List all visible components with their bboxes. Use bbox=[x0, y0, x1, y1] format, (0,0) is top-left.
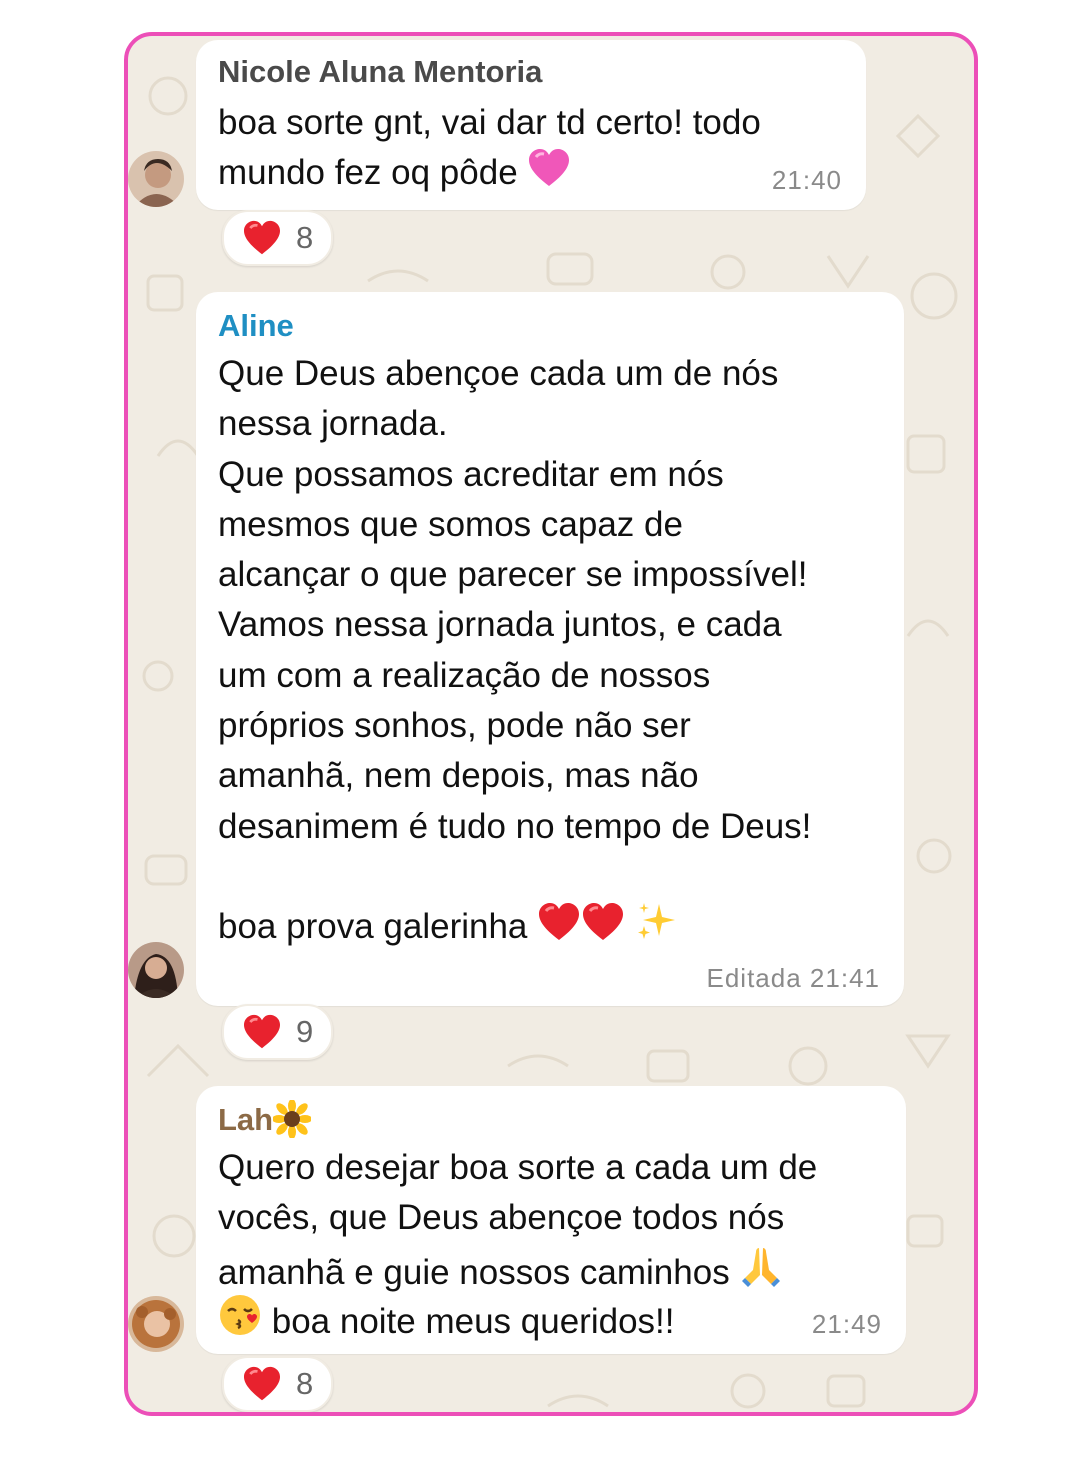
red-heart-icon bbox=[581, 902, 625, 956]
message-time: 21:49 bbox=[811, 1309, 882, 1339]
reaction-count: 8 bbox=[296, 1366, 314, 1401]
message-text-body: Quero desejar boa sorte a cada um de voc… bbox=[218, 1148, 818, 1292]
message-text-body: boa sorte gnt, vai dar td certo! todo mu… bbox=[218, 103, 761, 193]
sender-name: Nicole Aluna Mentoria bbox=[218, 54, 543, 89]
message-closing-text: boa prova galerinha bbox=[218, 907, 528, 946]
sender-name: Aline bbox=[218, 308, 294, 343]
message-time: 21:41 bbox=[809, 963, 880, 993]
sender-name: Lah bbox=[218, 1099, 313, 1146]
red-heart-icon bbox=[242, 220, 282, 256]
kiss-face-icon bbox=[218, 1293, 262, 1351]
edited-label: Editada bbox=[706, 963, 802, 993]
avatar[interactable] bbox=[128, 151, 184, 207]
red-heart-icon bbox=[537, 902, 581, 956]
message-last-line-text: boa noite meus queridos!! bbox=[271, 1302, 675, 1341]
message-last-line: boa noite meus queridos!! bbox=[218, 1293, 675, 1351]
message-time: 21:40 bbox=[771, 165, 842, 195]
message-text: Que Deus abençoe cada um de nós nessa jo… bbox=[218, 354, 812, 846]
red-heart-icon bbox=[242, 1014, 282, 1050]
sunflower-icon bbox=[272, 1099, 313, 1146]
red-heart-icon bbox=[242, 1366, 282, 1402]
praying-hands-icon bbox=[739, 1244, 783, 1302]
message-time-meta: Editada 21:41 bbox=[707, 963, 881, 994]
avatar[interactable] bbox=[128, 942, 184, 998]
reaction-count: 9 bbox=[296, 1014, 314, 1049]
sparkles-icon bbox=[635, 900, 677, 956]
reaction-chip[interactable]: 8 bbox=[222, 210, 334, 266]
message-closing-line: boa prova galerinha bbox=[218, 900, 677, 956]
message-text: Quero desejar boa sorte a cada um de voc… bbox=[218, 1143, 817, 1302]
reaction-chip[interactable]: 8 bbox=[222, 1356, 334, 1412]
avatar[interactable] bbox=[128, 1296, 184, 1352]
chat-frame: Nicole Aluna Mentoria boa sorte gnt, vai… bbox=[124, 32, 978, 1416]
sender-name-text: Lah bbox=[218, 1102, 274, 1137]
message-bubble[interactable]: Nicole Aluna Mentoria boa sorte gnt, vai… bbox=[196, 40, 866, 210]
reaction-chip[interactable]: 9 bbox=[222, 1004, 334, 1060]
message-bubble[interactable]: Lah Quero desejar boa sorte a cada um de… bbox=[196, 1086, 906, 1354]
message-bubble[interactable]: Aline Que Deus abençoe cada um de nós ne… bbox=[196, 292, 904, 1006]
pink-heart-icon bbox=[527, 148, 571, 202]
reaction-count: 8 bbox=[296, 220, 314, 255]
message-text: boa sorte gnt, vai dar td certo! todo mu… bbox=[218, 98, 761, 203]
